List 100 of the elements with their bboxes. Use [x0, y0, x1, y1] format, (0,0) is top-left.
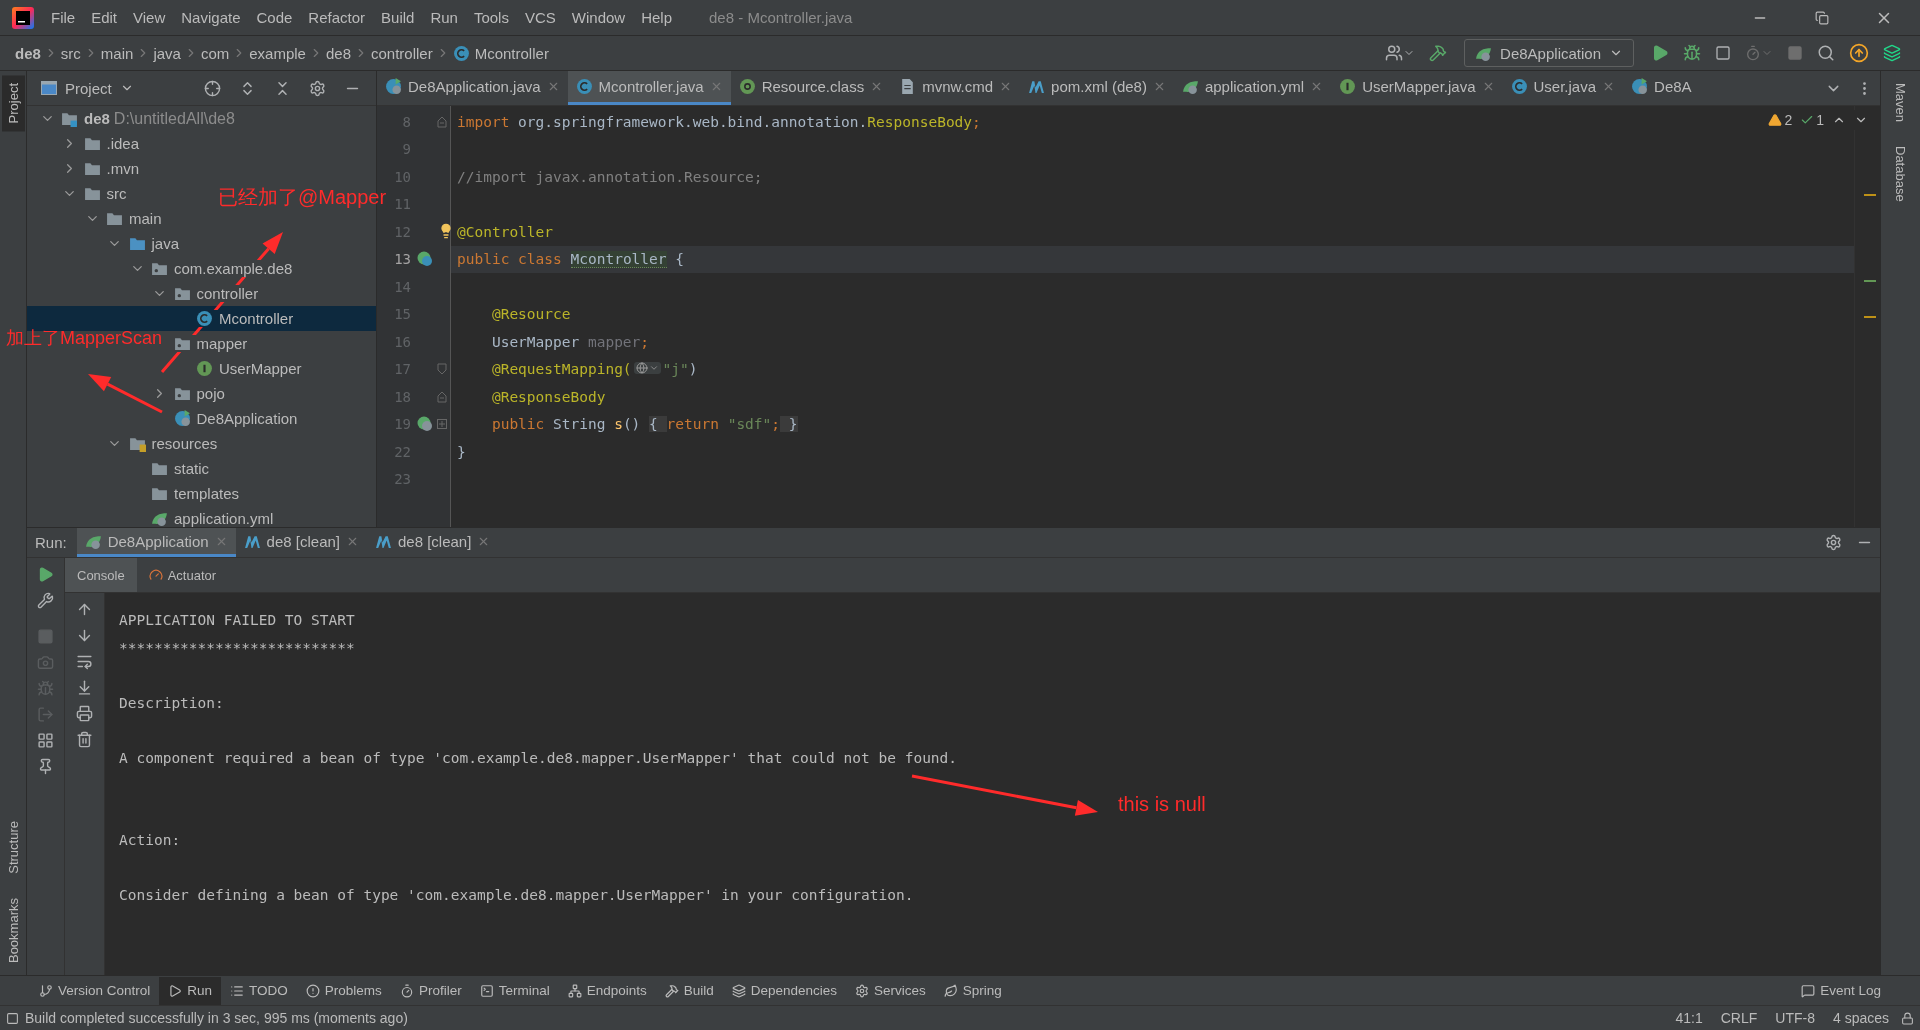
console-tab[interactable]: Actuator — [136, 558, 229, 592]
run-tab[interactable]: de8 [clean] — [235, 528, 367, 557]
breadcrumb-item[interactable]: example — [246, 44, 309, 62]
expand-fold-icon[interactable] — [437, 419, 447, 430]
fold-marker-icon[interactable] — [437, 390, 447, 403]
breadcrumb-item[interactable]: main — [97, 44, 137, 62]
breadcrumb-item[interactable]: controller — [368, 44, 436, 62]
run-tab[interactable]: de8 [clean] — [367, 528, 499, 557]
tree-item[interactable]: De8Application — [173, 410, 298, 427]
layout-icon[interactable] — [37, 732, 54, 749]
tree-item[interactable]: java — [128, 235, 180, 252]
check-icon[interactable] — [1800, 113, 1815, 127]
restore-icon[interactable] — [1815, 10, 1829, 25]
menu-item[interactable]: Navigate — [174, 5, 248, 30]
tool-window-button[interactable]: Run — [159, 976, 222, 1005]
tool-window-button[interactable]: Services — [846, 976, 935, 1005]
bean-icon[interactable] — [417, 251, 433, 268]
status-item[interactable]: CRLF — [1714, 1010, 1764, 1026]
editor-tab[interactable]: De8Application.java — [377, 71, 568, 105]
tree-item[interactable]: src — [83, 185, 127, 202]
printer-icon[interactable] — [76, 705, 93, 722]
tree-item[interactable]: Mcontroller — [196, 310, 294, 327]
lock-icon[interactable] — [1901, 1011, 1914, 1025]
editor-tab[interactable]: UserMapper.java — [1331, 71, 1503, 105]
tool-window-button[interactable]: Problems — [296, 976, 391, 1005]
tree-item[interactable]: controller — [173, 285, 259, 302]
tree-item[interactable]: mapper — [173, 335, 248, 352]
editor-tab[interactable]: mvnw.cmd — [891, 71, 1021, 105]
breadcrumb-item[interactable]: java — [150, 44, 184, 62]
breadcrumb-item[interactable]: de8 — [12, 44, 44, 62]
rerun-icon[interactable] — [37, 566, 54, 583]
menu-item[interactable]: Window — [564, 5, 633, 30]
tool-window-tab[interactable]: Database — [1889, 138, 1912, 210]
editor-tab[interactable]: application.yml — [1173, 71, 1332, 105]
tool-window-button[interactable]: Profiler — [390, 976, 471, 1005]
lightbulb-icon[interactable] — [438, 223, 454, 239]
tree-item[interactable]: application.yml — [151, 510, 274, 527]
menu-item[interactable]: File — [44, 5, 83, 30]
project-view-dropdown[interactable]: Project — [35, 78, 140, 98]
breadcrumb-item[interactable]: com — [197, 44, 233, 62]
tree-item[interactable]: static — [151, 460, 209, 477]
menu-item[interactable]: Run — [423, 5, 465, 30]
status-icon[interactable] — [6, 1011, 19, 1025]
tool-window-tab[interactable]: Structure — [1, 813, 25, 882]
tool-window-tab[interactable]: Maven — [1889, 75, 1912, 131]
menu-item[interactable]: View — [126, 5, 173, 30]
menu-item[interactable]: Code — [249, 5, 300, 30]
tree-item[interactable]: com.example.de8 — [151, 260, 293, 277]
run-tab[interactable]: De8Application — [76, 528, 236, 557]
tool-window-tab[interactable]: Project — [1, 75, 25, 132]
tree-item[interactable]: .idea — [83, 135, 140, 152]
speech-bubble-icon[interactable] — [1801, 983, 1816, 998]
tool-window-button[interactable]: Dependencies — [722, 976, 847, 1005]
status-item[interactable]: UTF-8 — [1769, 1010, 1821, 1026]
editor-tab[interactable]: pom.xml (de8) — [1020, 71, 1174, 105]
status-item[interactable]: 4 spaces — [1826, 1010, 1895, 1026]
menu-item[interactable]: VCS — [517, 5, 563, 30]
users-icon[interactable] — [1385, 44, 1404, 62]
passed-count[interactable]: 1 — [1800, 112, 1824, 128]
event-log-button[interactable]: Event Log — [1792, 976, 1890, 1005]
status-item[interactable]: 41:1 — [1669, 1010, 1709, 1026]
console-tab[interactable]: Console — [65, 558, 137, 592]
menu-item[interactable]: Tools — [466, 5, 516, 30]
fold-marker-icon[interactable] — [437, 115, 447, 128]
globe-inlay-icon[interactable] — [633, 362, 661, 375]
tool-window-tab[interactable]: Bookmarks — [1, 889, 25, 971]
soft-wrap-icon[interactable] — [76, 653, 93, 670]
menu-item[interactable]: Refactor — [301, 5, 373, 30]
globe-bean-icon[interactable] — [417, 416, 433, 433]
menu-item[interactable]: Build — [374, 5, 422, 30]
editor-tab[interactable]: De8A — [1623, 71, 1700, 105]
arrow-up-icon[interactable] — [76, 601, 93, 618]
tool-window-button[interactable]: Version Control — [30, 976, 160, 1005]
tree-item[interactable]: .mvn — [83, 160, 139, 177]
warning-count[interactable]: 2 — [1768, 112, 1793, 128]
tool-window-button[interactable]: Build — [655, 976, 723, 1005]
tree-item[interactable]: de8 — [61, 110, 110, 127]
timer-icon[interactable] — [1745, 45, 1761, 61]
tree-item[interactable]: templates — [151, 485, 240, 502]
tree-item[interactable]: resources — [128, 435, 218, 452]
tool-window-button[interactable]: Endpoints — [558, 976, 656, 1005]
menu-item[interactable]: Help — [634, 5, 680, 30]
tree-item[interactable]: pojo — [173, 385, 225, 402]
editor-tab[interactable]: Mcontroller.java — [567, 71, 731, 105]
breadcrumb-item[interactable]: de8 — [322, 44, 354, 62]
breadcrumb-item[interactable]: Mcontroller — [449, 44, 552, 62]
editor-tab[interactable]: Resource.class — [730, 71, 892, 105]
pin-icon[interactable] — [37, 758, 54, 775]
wrench-icon[interactable] — [37, 592, 54, 609]
tool-window-button[interactable]: TODO — [221, 976, 297, 1005]
tool-window-button[interactable]: Spring — [934, 976, 1011, 1005]
tree-item[interactable]: main — [106, 210, 162, 227]
menu-item[interactable]: Edit — [84, 5, 125, 30]
tool-window-button[interactable]: Terminal — [470, 976, 559, 1005]
breadcrumb-item[interactable]: src — [57, 44, 84, 62]
arrow-down-icon[interactable] — [76, 627, 93, 644]
trash-icon[interactable] — [76, 731, 93, 748]
fold-marker-icon[interactable] — [437, 363, 447, 376]
tree-item[interactable]: UserMapper — [196, 360, 302, 377]
run-configuration-dropdown[interactable]: De8Application — [1464, 39, 1634, 67]
